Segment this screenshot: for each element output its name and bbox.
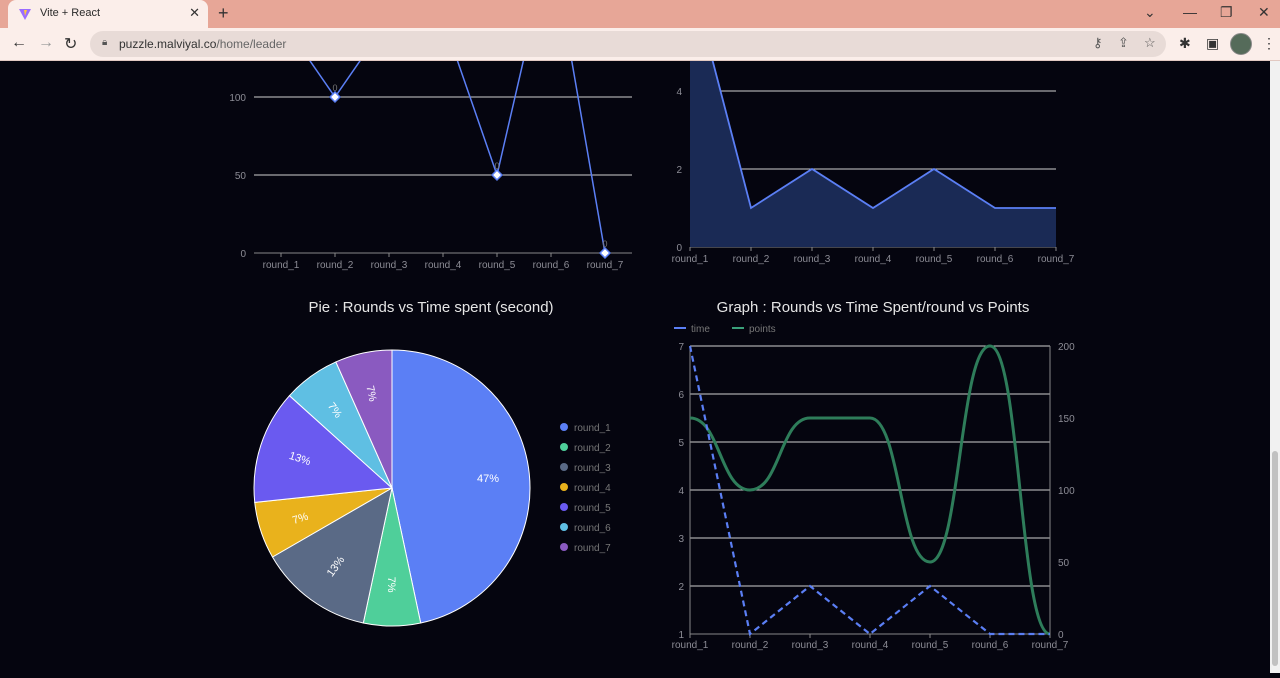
tab-close-icon[interactable]: ✕ — [189, 5, 200, 21]
y-left-tick-label: 7 — [678, 342, 684, 353]
legend-label: round_6 — [574, 523, 611, 534]
restore-button[interactable]: ❐ — [1220, 4, 1233, 21]
x-tick-label: round_3 — [792, 640, 829, 651]
legend-label: round_2 — [574, 443, 611, 454]
x-tick-label: round_4 — [425, 260, 462, 271]
back-arrow-icon[interactable]: ← — [11, 34, 27, 52]
legend-swatch — [560, 443, 568, 451]
legend-label: round_4 — [574, 483, 611, 494]
charts-canvas: 050100round_1 round_2 round_3 round_4 round_… — [229, 61, 1075, 651]
url-text: puzzle.malviyal.co/home/leader — [119, 37, 287, 51]
x-tick-label: round_1 — [672, 640, 709, 651]
y-tick-label: 50 — [235, 171, 247, 182]
data-point-marker — [328, 90, 342, 104]
legend-swatch — [560, 523, 568, 531]
x-tick-label: round_3 — [371, 260, 408, 271]
tab-title: Vite + React — [40, 7, 101, 19]
legend-swatch — [560, 503, 568, 511]
browser-toolbar: ← → ↻ 🔒︎ puzzle.malviyal.co/home/leader … — [0, 28, 1280, 61]
area-fill — [690, 61, 1056, 247]
star-icon[interactable]: ☆ — [1144, 35, 1156, 51]
x-tick-label: round_7 — [1038, 254, 1075, 265]
pie-title: Pie : Rounds vs Time spent (second) — [308, 299, 553, 316]
x-tick-label: round_2 — [733, 254, 770, 265]
y-tick-label: 4 — [676, 87, 682, 98]
y-tick-label: 2 — [676, 165, 682, 176]
y-right-tick-label: 50 — [1058, 558, 1070, 569]
data-point-label: 0 — [494, 161, 499, 171]
close-window-button[interactable]: ✕ — [1258, 4, 1270, 21]
data-point-marker — [490, 168, 504, 182]
legend-swatch — [560, 423, 568, 431]
key-icon[interactable]: ⚷ — [1093, 35, 1103, 51]
tab-bar: Vite + React ✕ + ⌄ — ❐ ✕ — [0, 0, 1280, 28]
pie-slice — [391, 349, 531, 624]
y-tick-label: 0 — [240, 249, 246, 260]
y-right-tick-label: 150 — [1058, 414, 1075, 425]
data-point-marker — [598, 246, 612, 260]
x-tick-label: round_5 — [479, 260, 516, 271]
minimize-button[interactable]: — — [1183, 4, 1197, 20]
x-tick-label: round_4 — [852, 640, 889, 651]
top-right-area-chart: 0 2 4 round_1 round_2 round_3 round_4 round_5 ro… — [672, 61, 1075, 265]
reload-icon[interactable]: ↻ — [64, 34, 77, 54]
legend-label: round_3 — [574, 463, 611, 474]
vite-logo-icon — [19, 9, 31, 20]
x-tick-label: round_2 — [732, 640, 769, 651]
pie-chart: Pie : Rounds vs Time spent (second) 47% 7%… — [253, 299, 611, 627]
legend-label-time: time — [691, 324, 710, 335]
x-tick-label: round_4 — [855, 254, 892, 265]
x-tick-label: round_2 — [317, 260, 354, 271]
legend-label: round_5 — [574, 503, 611, 514]
legend-swatch — [560, 463, 568, 471]
x-tick-label: round_5 — [912, 640, 949, 651]
x-tick-label: round_6 — [977, 254, 1014, 265]
menu-kebab-icon[interactable]: ⋮ — [1262, 35, 1276, 52]
y-left-tick-label: 2 — [678, 582, 684, 593]
legend-label: round_1 — [574, 423, 611, 434]
scrollbar-thumb[interactable] — [1272, 451, 1278, 666]
tab-search-dropdown-icon[interactable]: ⌄ — [1144, 4, 1156, 21]
vertical-scrollbar[interactable] — [1270, 61, 1280, 673]
profile-avatar[interactable] — [1230, 33, 1252, 55]
data-point-label: 0 — [332, 83, 337, 93]
x-tick-label: round_7 — [587, 260, 624, 271]
y-tick-label: 0 — [676, 243, 682, 254]
y-left-tick-label: 5 — [678, 438, 684, 449]
side-panel-icon[interactable]: ▣ — [1206, 35, 1219, 52]
address-bar[interactable]: 🔒︎ puzzle.malviyal.co/home/leader ⚷ ⇪ ☆ — [90, 31, 1166, 57]
x-tick-label: round_6 — [533, 260, 570, 271]
pie-slice-label: 47% — [477, 473, 499, 485]
top-left-line-chart: 0 50 100 round_1 round_2 round_3 round_4 round_… — [229, 61, 632, 271]
y-left-tick-label: 4 — [678, 486, 684, 497]
forward-arrow-icon[interactable]: → — [38, 34, 54, 52]
x-tick-label: round_3 — [794, 254, 831, 265]
legend-label-points: points — [749, 324, 776, 335]
extensions-icon[interactable]: ✱ — [1179, 35, 1191, 52]
dual-axis-line-chart: Graph : Rounds vs Time Spent/round vs Po… — [672, 299, 1075, 651]
y-tick-label: 100 — [229, 93, 246, 104]
y-right-tick-label: 200 — [1058, 342, 1075, 353]
share-icon[interactable]: ⇪ — [1118, 35, 1129, 51]
x-tick-label: round_5 — [916, 254, 953, 265]
series-line — [711, 61, 1056, 210]
y-left-tick-label: 6 — [678, 390, 684, 401]
browser-tab[interactable]: Vite + React ✕ — [8, 0, 208, 28]
leaderboard-page: 0 50 100 round_1 round_2 round_3 round_4 round_… — [0, 61, 1270, 673]
new-tab-button[interactable]: + — [218, 3, 229, 24]
legend-swatch — [560, 543, 568, 551]
x-tick-label: round_6 — [972, 640, 1009, 651]
x-tick-label: round_1 — [263, 260, 300, 271]
lock-icon: 🔒︎ — [102, 37, 108, 48]
y-right-tick-label: 100 — [1058, 486, 1075, 497]
x-tick-label: round_7 — [1032, 640, 1069, 651]
data-point-label: 0 — [602, 239, 607, 249]
series-line — [309, 61, 606, 254]
legend-label: round_7 — [574, 543, 611, 554]
y-left-tick-label: 3 — [678, 534, 684, 545]
graph-title: Graph : Rounds vs Time Spent/round vs Po… — [717, 299, 1030, 316]
legend-swatch — [560, 483, 568, 491]
x-tick-label: round_1 — [672, 254, 709, 265]
pie-slice-label: 7% — [385, 577, 397, 593]
